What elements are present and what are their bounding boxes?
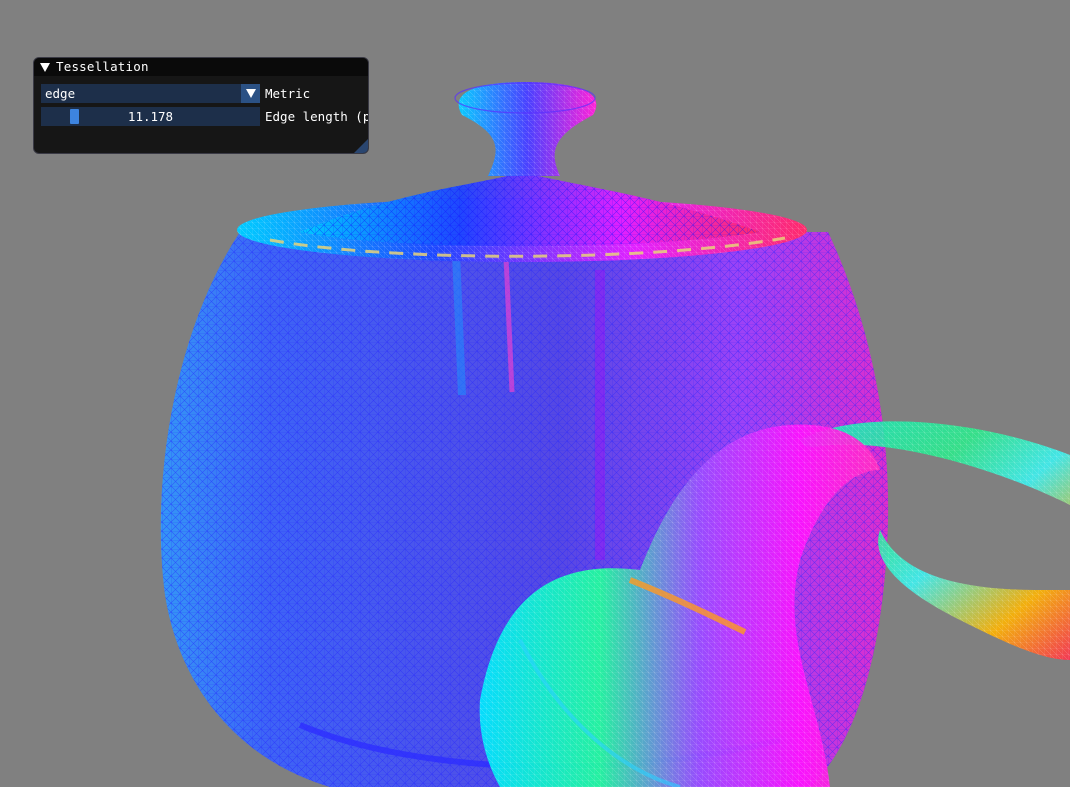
edge-length-row: 11.178 Edge length (px <box>41 107 369 126</box>
chevron-down-icon <box>245 89 256 98</box>
metric-combo[interactable]: edge <box>41 84 260 103</box>
edge-length-value: 11.178 <box>127 109 174 124</box>
resize-grip-icon[interactable] <box>354 139 368 153</box>
teapot-lid <box>237 172 807 262</box>
teapot-knob <box>454 82 597 176</box>
metric-label: Metric <box>265 86 311 101</box>
collapse-triangle-icon[interactable] <box>40 62 50 72</box>
edge-length-slider[interactable]: 11.178 <box>41 107 260 126</box>
edge-length-label: Edge length (px <box>265 109 369 124</box>
tessellation-panel[interactable]: Tessellation edge Metric 11.178 Edge len… <box>33 57 369 154</box>
render-viewport[interactable]: Tessellation edge Metric 11.178 Edge len… <box>0 0 1070 787</box>
metric-combo-value: edge <box>45 86 76 101</box>
metric-row: edge Metric <box>41 84 310 103</box>
panel-titlebar[interactable]: Tessellation <box>34 58 368 76</box>
panel-title: Tessellation <box>56 59 149 74</box>
combo-arrow-button[interactable] <box>241 84 260 103</box>
